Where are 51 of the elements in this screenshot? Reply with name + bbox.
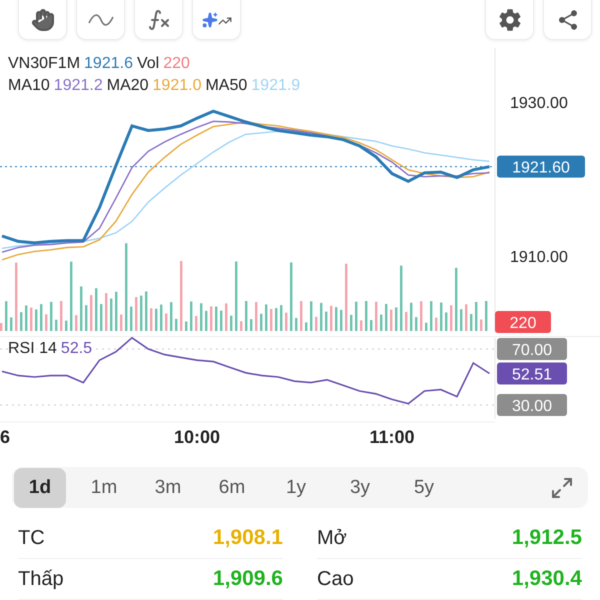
time-axis-label: 11:00: [369, 427, 415, 447]
last-price-tag: 1921.60: [497, 156, 585, 178]
price-axis-label: 1930.00: [510, 95, 568, 112]
stat-label: Thấp: [18, 568, 64, 590]
price-value: 1921.6: [84, 54, 133, 74]
moving-average-label: MA50: [205, 76, 248, 96]
stat-label: TC: [18, 526, 45, 550]
volume-tag: 220: [495, 311, 551, 333]
rsi-level-tag: 30.00: [497, 394, 567, 416]
y-tick-label: 30.00: [512, 398, 552, 415]
stat-label: Cao: [317, 568, 354, 590]
expand-icon: [550, 476, 574, 500]
symbol-label: VN30F1M: [8, 54, 80, 74]
rsi-label: RSI 14: [8, 340, 57, 358]
sparkle-tool-button[interactable]: [192, 0, 241, 40]
share-button[interactable]: [543, 0, 592, 40]
range-tab[interactable]: 3m: [142, 468, 194, 508]
sparkle-chart-icon: [202, 12, 232, 28]
moving-average-value: 1921.9: [251, 76, 300, 96]
stat-label: Mở: [317, 526, 347, 550]
rsi-level-tag: 70.00: [497, 338, 567, 360]
settings-button[interactable]: [485, 0, 534, 40]
time-axis-label: 6: [0, 427, 10, 447]
range-tab[interactable]: 5y: [398, 468, 450, 508]
wave-tool-button[interactable]: [76, 0, 125, 40]
settings-icon: [498, 8, 522, 32]
range-tab[interactable]: 1y: [270, 468, 322, 508]
moving-average-label: MA10: [8, 76, 50, 96]
range-tab[interactable]: 1m: [78, 468, 130, 508]
volume-value: 220: [163, 54, 190, 74]
rsi-value: 52.5: [60, 340, 92, 358]
volume-label: Vol: [136, 54, 160, 74]
stat-value: 1,930.4: [512, 567, 582, 591]
stat-value: 1,909.6: [212, 567, 283, 591]
range-tab[interactable]: 6m: [206, 468, 258, 508]
time-axis-label: 10:00: [174, 427, 220, 447]
hand-icon: [30, 8, 54, 32]
range-tab[interactable]: 3y: [334, 468, 386, 508]
stat-value: 1,912.5: [512, 526, 582, 550]
function-icon: [146, 8, 170, 32]
function-tool-button[interactable]: [134, 0, 183, 40]
moving-average-label: MA20: [106, 76, 149, 96]
wave-icon: [88, 13, 114, 27]
price-axis-label: 1910.00: [510, 249, 568, 266]
y-tick-label: 70.00: [512, 342, 552, 359]
range-tab[interactable]: 1d: [14, 468, 66, 508]
hand-tool-button[interactable]: [18, 0, 67, 40]
moving-average-value: 1921.2: [54, 76, 103, 96]
rsi-value-tag: 52.51: [497, 362, 567, 384]
moving-average-value: 1921.0: [152, 76, 202, 96]
stat-value: 1,908.1: [212, 526, 283, 550]
